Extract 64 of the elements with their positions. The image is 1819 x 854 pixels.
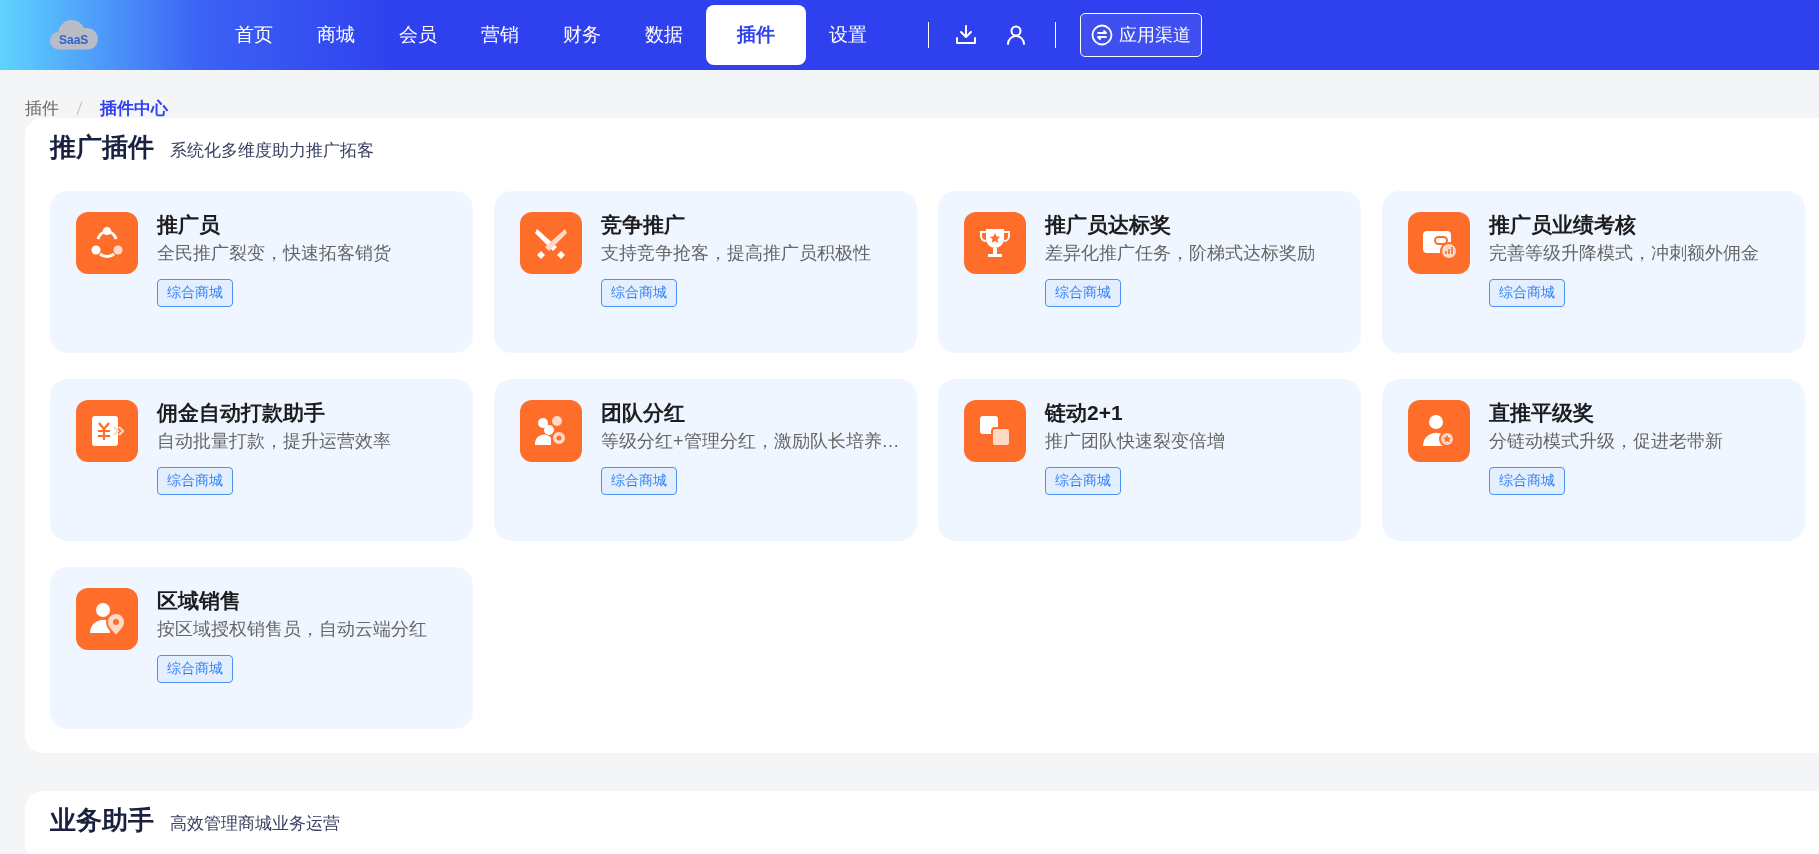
trophy-icon xyxy=(964,212,1026,274)
plugin-card[interactable]: 直推平级奖 分链动模式升级，促进老带新 综合商城 xyxy=(1382,379,1805,541)
user-icon[interactable] xyxy=(1005,24,1027,46)
plugin-name: 区域销售 xyxy=(157,588,241,614)
plugin-name: 团队分红 xyxy=(601,400,685,426)
swords-icon xyxy=(520,212,582,274)
plugin-description: 等级分红+管理分红，激励队长培养… xyxy=(601,430,900,453)
nav-tab[interactable]: 数据 xyxy=(628,5,700,65)
plugin-description: 完善等级升降模式，冲刺额外佣金 xyxy=(1489,242,1759,265)
nav-tab[interactable]: 商城 xyxy=(300,5,372,65)
plugin-name: 佣金自动打款助手 xyxy=(157,400,325,426)
plugin-card[interactable]: 佣金自动打款助手 自动批量打款，提升运营效率 综合商城 xyxy=(50,379,473,541)
plugin-tag: 综合商城 xyxy=(157,279,233,307)
plugin-card[interactable]: 竞争推广 支持竞争抢客，提高推广员积极性 综合商城 xyxy=(494,191,917,353)
nav-tab[interactable]: 设置 xyxy=(812,5,884,65)
plugin-card[interactable]: 推广员业绩考核 完善等级升降模式，冲刺额外佣金 综合商城 xyxy=(1382,191,1805,353)
plugin-card[interactable]: 推广员达标奖 差异化推广任务，阶梯式达标奖励 综合商城 xyxy=(938,191,1361,353)
plugin-tag: 综合商城 xyxy=(157,467,233,495)
team-icon xyxy=(520,400,582,462)
nav-tab[interactable]: 营销 xyxy=(464,5,536,65)
plugin-description: 全民推广裂变，快速拓客销货 xyxy=(157,242,391,265)
plugin-tag: 综合商城 xyxy=(1489,467,1565,495)
user-location-icon xyxy=(76,588,138,650)
nav-tab[interactable]: 会员 xyxy=(382,5,454,65)
plugin-tag: 综合商城 xyxy=(1489,279,1565,307)
section-title: 推广插件 xyxy=(50,131,154,164)
wallet-icon xyxy=(1408,212,1470,274)
plugin-tag: 综合商城 xyxy=(601,279,677,307)
nav-tab[interactable]: 插件 xyxy=(706,5,806,65)
plugin-tag: 综合商城 xyxy=(1045,467,1121,495)
nav-tab[interactable]: 财务 xyxy=(546,5,618,65)
share-icon xyxy=(76,212,138,274)
plugin-name: 推广员达标奖 xyxy=(1045,212,1171,238)
plugin-name: 竞争推广 xyxy=(601,212,685,238)
swap-icon xyxy=(1091,24,1113,46)
plugin-name: 链动2+1 xyxy=(1045,400,1123,426)
breadcrumb-item[interactable]: 插件 xyxy=(25,96,59,120)
plugin-tag: 综合商城 xyxy=(157,655,233,683)
plugin-description: 自动批量打款，提升运营效率 xyxy=(157,430,391,453)
plugin-card[interactable]: 区域销售 按区域授权销售员，自动云端分红 综合商城 xyxy=(50,567,473,729)
plugin-name: 直推平级奖 xyxy=(1489,400,1594,426)
plugin-description: 分链动模式升级，促进老带新 xyxy=(1489,430,1723,453)
plugin-card[interactable]: 团队分红 等级分红+管理分红，激励队长培养… 综合商城 xyxy=(494,379,917,541)
plugin-description: 按区域授权销售员，自动云端分红 xyxy=(157,618,427,641)
download-icon[interactable] xyxy=(955,24,977,46)
payment-icon xyxy=(76,400,138,462)
plugin-description: 支持竞争抢客，提高推广员积极性 xyxy=(601,242,871,265)
plugin-name: 推广员业绩考核 xyxy=(1489,212,1636,238)
plugin-description: 推广团队快速裂变倍增 xyxy=(1045,430,1225,453)
section-subtitle: 高效管理商城业务运营 xyxy=(170,813,340,835)
app-channel-button[interactable]: 应用渠道 xyxy=(1080,13,1202,57)
section-subtitle: 系统化多维度助力推广拓客 xyxy=(170,140,374,162)
logo-text: SaaS xyxy=(59,33,89,47)
plugin-tag: 综合商城 xyxy=(1045,279,1121,307)
nav-tab[interactable]: 首页 xyxy=(218,5,290,65)
plugin-description: 差异化推广任务，阶梯式达标奖励 xyxy=(1045,242,1315,265)
breadcrumb-item: 插件中心 xyxy=(100,97,168,120)
user-medal-icon xyxy=(1408,400,1470,462)
plugin-card[interactable]: 推广员 全民推广裂变，快速拓客销货 综合商城 xyxy=(50,191,473,353)
plugin-name: 推广员 xyxy=(157,212,220,238)
plugin-card[interactable]: 链动2+1 推广团队快速裂变倍增 综合商城 xyxy=(938,379,1361,541)
section-title: 业务助手 xyxy=(50,804,154,837)
plugin-tag: 综合商城 xyxy=(601,467,677,495)
squares-icon xyxy=(964,400,1026,462)
